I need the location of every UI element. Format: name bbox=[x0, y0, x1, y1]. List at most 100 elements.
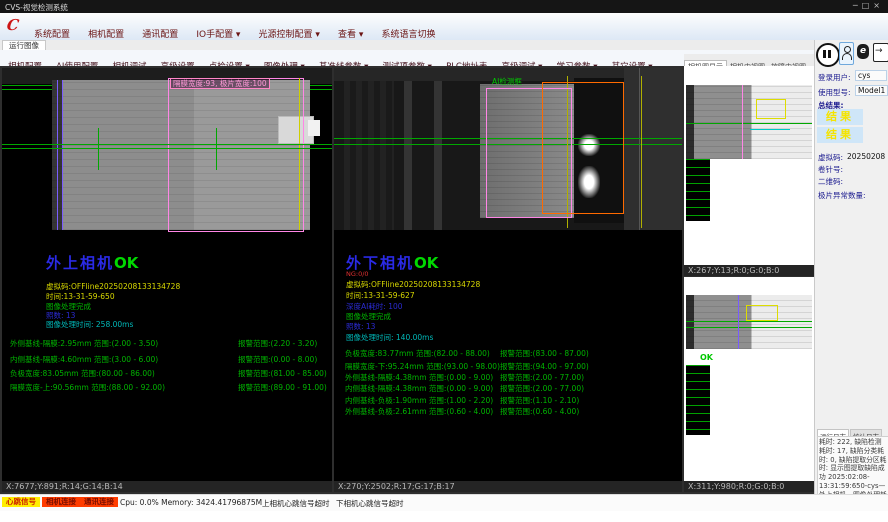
pixel-coords-readout: X:270;Y:2502;R:17;G:17;B:17 bbox=[334, 481, 682, 492]
camera-result-title: 外上相机OK bbox=[46, 252, 138, 273]
yellow-roi-box bbox=[756, 99, 786, 119]
measure-row: 内侧基线-负极:1.90mm 范围:(1.00 - 2.20)报警范围:(1.1… bbox=[345, 395, 493, 406]
process-time-line: 图像处理时间: 140.00ms bbox=[346, 332, 433, 343]
measure-row: 负极宽度:83.05mm 范围:(80.00 - 86.00)报警范围:(81.… bbox=[10, 368, 155, 379]
thumb-texture bbox=[686, 295, 812, 349]
user-button[interactable] bbox=[839, 42, 854, 65]
status-bar: 心跳信号 相机连接 通讯连接 Cpu: 0.0% Memory: 3424.41… bbox=[0, 494, 888, 511]
window-title: CVS-视觉检测系统 bbox=[5, 2, 68, 13]
purple-baseline bbox=[57, 80, 58, 230]
measure-row: 外侧基线-负极:2.61mm 范围:(0.60 - 4.00)报警范围:(0.6… bbox=[345, 406, 493, 417]
barcode-line: 虚拟码:OFFline20250208133134728 bbox=[346, 279, 480, 290]
camera-view-upper[interactable]: 隔膜宽度:93, 极片宽度:100 外上相机OK 虚拟码:OFFline2025… bbox=[2, 68, 332, 492]
exit-icon: → bbox=[875, 46, 883, 56]
tab-strip: 运行图像 bbox=[0, 40, 888, 50]
measure-row: 内侧基线-隔膜:4.60mm 范围:(3.00 - 6.00)报警范围:(0.0… bbox=[10, 354, 158, 365]
machine-right-block bbox=[624, 68, 682, 230]
upper-camera-heartbeat-warning: 上相机心跳信号超时 bbox=[262, 498, 330, 509]
process-time-line: 图像处理时间: 258.00ms bbox=[46, 319, 133, 330]
purple-line bbox=[738, 295, 739, 349]
login-user-value[interactable]: cys bbox=[855, 70, 887, 81]
winding-pin-label: 卷针号: bbox=[818, 164, 843, 175]
ng-count-line: NG:0/0 bbox=[346, 270, 369, 278]
maximize-icon[interactable]: □ bbox=[862, 1, 874, 10]
e-logo-button[interactable]: e bbox=[857, 44, 869, 59]
thumbnail-panel-upper[interactable]: X:267;Y:13;R:0;G:0;B:0 bbox=[684, 66, 814, 276]
measure-row: 内侧基线-隔膜:4.38mm 范围:(0.00 - 9.00)报警范围:(2.0… bbox=[345, 383, 493, 394]
lower-camera-heartbeat-warning: 下相机心跳信号超时 bbox=[336, 498, 404, 509]
machine-rail bbox=[434, 68, 442, 230]
menu-light-config[interactable]: 光源控制配置 ▾ bbox=[259, 30, 320, 40]
result-tile-upper: 结果 bbox=[817, 109, 863, 125]
virtual-code-label: 虚拟码: bbox=[818, 152, 843, 163]
heartbeat-badge: 心跳信号 bbox=[2, 497, 40, 507]
thumb-result-ok: OK bbox=[700, 353, 713, 362]
roi-measure-label: 隔膜宽度:93, 极片宽度:100 bbox=[170, 78, 270, 89]
mini-text-block bbox=[686, 365, 710, 435]
mini-text-block bbox=[686, 159, 710, 221]
ai-roi-label: AI检测框 bbox=[492, 76, 522, 87]
machine-rail bbox=[404, 68, 412, 230]
thumb-texture bbox=[686, 85, 812, 159]
green-mark bbox=[216, 128, 217, 170]
measure-row: 隔膜宽度-下:95.24mm 范围:(93.00 - 98.00)报警范围:(9… bbox=[345, 361, 500, 372]
virtual-code-value: 20250208 bbox=[847, 152, 885, 161]
app-logo-icon: C bbox=[6, 16, 20, 34]
camera-view-lower[interactable]: AI检测框 外下相机OK NG:0/0 虚拟码:OFFline202502081… bbox=[334, 68, 682, 492]
count-line: 照数: 13 bbox=[346, 321, 375, 332]
measure-row: 外侧基线-隔膜:2.95mm 范围:(2.00 - 3.50)报警范围:(2.2… bbox=[10, 338, 158, 349]
user-icon bbox=[844, 46, 851, 53]
camera-connect-badge: 相机连接 bbox=[42, 497, 80, 507]
machine-rails bbox=[344, 68, 394, 230]
menu-language-switch[interactable]: 系统语言切换 bbox=[382, 30, 436, 40]
app-window: CVS-视觉检测系统 ─□× C 系统配置 相机配置 通讯配置 IO手配置 ▾ … bbox=[0, 0, 888, 522]
yellow-roi-box bbox=[746, 305, 778, 321]
green-mark bbox=[98, 128, 99, 170]
measure-row: 隔膜宽度-上:90.56mm 范围:(88.00 - 92.00)报警范围:(8… bbox=[10, 382, 165, 393]
pixel-coords-readout: X:7677;Y:891;R:14;G:14;B:14 bbox=[2, 481, 332, 492]
measure-row: 负极宽度:83.77mm 范围:(82.00 - 88.00)报警范围:(83.… bbox=[345, 348, 490, 359]
result-ok: OK bbox=[114, 254, 138, 272]
exit-button[interactable]: → bbox=[873, 43, 888, 62]
thumbnail-panel-lower[interactable]: OK X:311;Y:980;R:0;G:0;B:0 bbox=[684, 277, 814, 492]
connector-tip bbox=[308, 120, 320, 136]
magenta-line bbox=[742, 85, 743, 159]
menu-system-config[interactable]: 系统配置 bbox=[34, 30, 70, 40]
green-line bbox=[686, 321, 812, 322]
menu-comm-config[interactable]: 通讯配置 bbox=[142, 30, 178, 40]
close-icon[interactable]: × bbox=[873, 1, 884, 10]
machine-edge bbox=[639, 68, 640, 230]
thumbnail-image bbox=[686, 85, 812, 159]
model-label: 使用型号: bbox=[818, 87, 851, 98]
thumbnail-image bbox=[686, 295, 812, 349]
menu-io-config[interactable]: IO手配置 ▾ bbox=[196, 30, 240, 40]
measure-row: 外侧基线-隔膜:4.38mm 范围:(0.00 - 9.00)报警范围:(2.0… bbox=[345, 372, 493, 383]
login-user-label: 登录用户: bbox=[818, 72, 851, 83]
result-ok: OK bbox=[414, 254, 438, 272]
thumbnail-tab-strip: 相机图显示相机内视图故障内视图 bbox=[684, 54, 814, 66]
cyan-line bbox=[750, 129, 790, 130]
menu-view[interactable]: 查看 ▾ bbox=[338, 30, 363, 40]
green-line bbox=[2, 148, 332, 149]
green-line bbox=[686, 123, 812, 124]
pixel-coords-readout: X:267;Y:13;R:0;G:0;B:0 bbox=[684, 265, 814, 276]
comm-connect-badge: 通讯连接 bbox=[80, 497, 118, 507]
result-tile-lower: 结果 bbox=[817, 127, 863, 143]
pixel-coords-readout: X:311;Y:980;R:0;G:0;B:0 bbox=[684, 481, 814, 492]
cpu-memory-readout: Cpu: 0.0% Memory: 3424.41796875M bbox=[120, 498, 262, 507]
log-text[interactable]: 耗时: 222, 缺陷检测耗时: 17, 缺陷分类耗时: 0, 缺陷提取分区耗时… bbox=[817, 436, 888, 496]
time-line: 时间:13-31-59-627 bbox=[346, 290, 415, 301]
minimize-icon[interactable]: ─ bbox=[853, 1, 862, 10]
purple-baseline bbox=[62, 80, 63, 230]
model-value[interactable]: Model1 bbox=[855, 85, 888, 96]
yellow-edge-line bbox=[641, 76, 642, 228]
green-line bbox=[686, 327, 812, 328]
pause-button[interactable] bbox=[816, 43, 840, 67]
menu-camera-config[interactable]: 相机配置 bbox=[88, 30, 124, 40]
green-line bbox=[2, 144, 332, 145]
camera-name: 外上相机 bbox=[46, 254, 114, 272]
pause-icon bbox=[823, 50, 826, 58]
menu-bar: C 系统配置 相机配置 通讯配置 IO手配置 ▾ 光源控制配置 ▾ 查看 ▾ 系… bbox=[0, 13, 888, 41]
qr-code-label: 二维码: bbox=[818, 176, 843, 187]
yellow-edge-line bbox=[299, 78, 300, 230]
